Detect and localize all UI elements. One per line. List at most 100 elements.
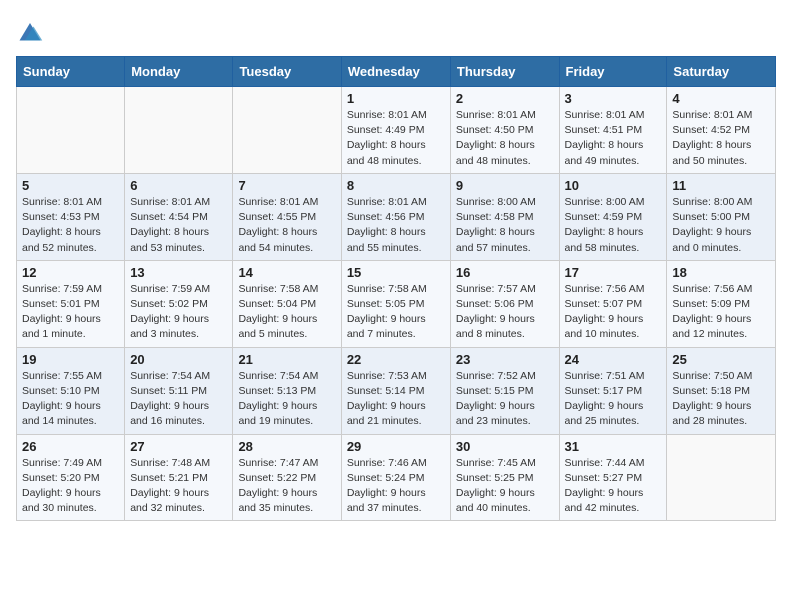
calendar-cell: 30 Sunrise: 7:45 AMSunset: 5:25 PMDayligh… [450,434,559,521]
day-info: Sunrise: 8:01 AMSunset: 4:51 PMDaylight:… [565,108,662,169]
day-number: 9 [456,178,554,193]
weekday-header-saturday: Saturday [667,57,776,87]
weekday-header-monday: Monday [125,57,233,87]
day-info: Sunrise: 7:44 AMSunset: 5:27 PMDaylight:… [565,456,662,517]
day-info: Sunrise: 7:59 AMSunset: 5:01 PMDaylight:… [22,282,119,343]
day-info: Sunrise: 7:45 AMSunset: 5:25 PMDaylight:… [456,456,554,517]
day-number: 21 [238,352,335,367]
calendar-week-4: 19Sunrise: 7:55 AMSunset: 5:10 PMDayligh… [17,347,776,434]
calendar-cell: 31 Sunrise: 7:44 AMSunset: 5:27 PMDayligh… [559,434,667,521]
day-info: Sunrise: 8:01 AMSunset: 4:49 PMDaylight:… [347,108,445,169]
day-number: 26 [22,439,119,454]
calendar-table: SundayMondayTuesdayWednesdayThursdayFrid… [16,56,776,521]
weekday-header-thursday: Thursday [450,57,559,87]
calendar-cell: 7Sunrise: 8:01 AMSunset: 4:55 PMDaylight… [233,173,341,260]
calendar-cell: 20 Sunrise: 7:54 AMSunset: 5:11 PMDayligh… [125,347,233,434]
calendar-cell: 26 Sunrise: 7:49 AMSunset: 5:20 PMDayligh… [17,434,125,521]
day-info: Sunrise: 7:53 AMSunset: 5:14 PMDaylight:… [347,369,445,430]
calendar-cell: 19Sunrise: 7:55 AMSunset: 5:10 PMDayligh… [17,347,125,434]
day-number: 7 [238,178,335,193]
calendar-cell [125,87,233,174]
calendar-week-3: 12Sunrise: 7:59 AMSunset: 5:01 PMDayligh… [17,260,776,347]
calendar-cell: 17 Sunrise: 7:56 AMSunset: 5:07 PMDayligh… [559,260,667,347]
day-number: 17 [565,265,662,280]
weekday-header-tuesday: Tuesday [233,57,341,87]
day-info: Sunrise: 7:57 AMSunset: 5:06 PMDaylight:… [456,282,554,343]
calendar-body: 1 Sunrise: 8:01 AMSunset: 4:49 PMDaylight… [17,87,776,521]
calendar-cell: 21 Sunrise: 7:54 AMSunset: 5:13 PMDayligh… [233,347,341,434]
day-number: 5 [22,178,119,193]
day-number: 13 [130,265,227,280]
day-info: Sunrise: 8:01 AMSunset: 4:54 PMDaylight:… [130,195,227,256]
day-info: Sunrise: 7:54 AMSunset: 5:11 PMDaylight:… [130,369,227,430]
day-info: Sunrise: 8:00 AMSunset: 5:00 PMDaylight:… [672,195,770,256]
calendar-cell [17,87,125,174]
day-number: 1 [347,91,445,106]
calendar-cell: 9 Sunrise: 8:00 AMSunset: 4:58 PMDaylight… [450,173,559,260]
calendar-cell: 14 Sunrise: 7:58 AMSunset: 5:04 PMDayligh… [233,260,341,347]
calendar-cell: 27 Sunrise: 7:48 AMSunset: 5:21 PMDayligh… [125,434,233,521]
calendar-cell: 5 Sunrise: 8:01 AMSunset: 4:53 PMDaylight… [17,173,125,260]
calendar-cell: 16 Sunrise: 7:57 AMSunset: 5:06 PMDayligh… [450,260,559,347]
calendar-cell: 15 Sunrise: 7:58 AMSunset: 5:05 PMDayligh… [341,260,450,347]
day-info: Sunrise: 8:01 AMSunset: 4:56 PMDaylight:… [347,195,445,256]
day-info: Sunrise: 7:56 AMSunset: 5:09 PMDaylight:… [672,282,770,343]
day-info: Sunrise: 7:56 AMSunset: 5:07 PMDaylight:… [565,282,662,343]
calendar-cell: 8 Sunrise: 8:01 AMSunset: 4:56 PMDaylight… [341,173,450,260]
page-header [16,16,776,44]
day-number: 24 [565,352,662,367]
day-info: Sunrise: 7:51 AMSunset: 5:17 PMDaylight:… [565,369,662,430]
calendar-cell: 28 Sunrise: 7:47 AMSunset: 5:22 PMDayligh… [233,434,341,521]
calendar-header: SundayMondayTuesdayWednesdayThursdayFrid… [17,57,776,87]
day-number: 15 [347,265,445,280]
day-number: 3 [565,91,662,106]
day-number: 10 [565,178,662,193]
day-info: Sunrise: 7:55 AMSunset: 5:10 PMDaylight:… [22,369,119,430]
day-number: 2 [456,91,554,106]
day-info: Sunrise: 7:49 AMSunset: 5:20 PMDaylight:… [22,456,119,517]
calendar-cell: 6 Sunrise: 8:01 AMSunset: 4:54 PMDaylight… [125,173,233,260]
day-info: Sunrise: 7:47 AMSunset: 5:22 PMDaylight:… [238,456,335,517]
day-info: Sunrise: 7:48 AMSunset: 5:21 PMDaylight:… [130,456,227,517]
day-info: Sunrise: 8:01 AMSunset: 4:50 PMDaylight:… [456,108,554,169]
day-info: Sunrise: 8:00 AMSunset: 4:59 PMDaylight:… [565,195,662,256]
day-number: 25 [672,352,770,367]
calendar-cell [667,434,776,521]
calendar-cell: 11 Sunrise: 8:00 AMSunset: 5:00 PMDayligh… [667,173,776,260]
day-info: Sunrise: 7:54 AMSunset: 5:13 PMDaylight:… [238,369,335,430]
calendar-cell: 12Sunrise: 7:59 AMSunset: 5:01 PMDayligh… [17,260,125,347]
day-number: 31 [565,439,662,454]
day-number: 16 [456,265,554,280]
calendar-cell: 2 Sunrise: 8:01 AMSunset: 4:50 PMDaylight… [450,87,559,174]
weekday-header-wednesday: Wednesday [341,57,450,87]
calendar-cell [233,87,341,174]
calendar-cell: 29Sunrise: 7:46 AMSunset: 5:24 PMDayligh… [341,434,450,521]
calendar-week-2: 5 Sunrise: 8:01 AMSunset: 4:53 PMDaylight… [17,173,776,260]
day-number: 6 [130,178,227,193]
day-number: 27 [130,439,227,454]
day-number: 28 [238,439,335,454]
calendar-cell: 25 Sunrise: 7:50 AMSunset: 5:18 PMDayligh… [667,347,776,434]
day-info: Sunrise: 8:01 AMSunset: 4:52 PMDaylight:… [672,108,770,169]
day-number: 18 [672,265,770,280]
day-info: Sunrise: 8:01 AMSunset: 4:53 PMDaylight:… [22,195,119,256]
weekday-header-friday: Friday [559,57,667,87]
day-number: 20 [130,352,227,367]
day-info: Sunrise: 7:58 AMSunset: 5:04 PMDaylight:… [238,282,335,343]
day-info: Sunrise: 8:00 AMSunset: 4:58 PMDaylight:… [456,195,554,256]
calendar-cell: 24 Sunrise: 7:51 AMSunset: 5:17 PMDayligh… [559,347,667,434]
day-number: 30 [456,439,554,454]
weekday-header-sunday: Sunday [17,57,125,87]
day-number: 8 [347,178,445,193]
calendar-cell: 23Sunrise: 7:52 AMSunset: 5:15 PMDayligh… [450,347,559,434]
day-number: 14 [238,265,335,280]
calendar-cell: 22Sunrise: 7:53 AMSunset: 5:14 PMDayligh… [341,347,450,434]
day-number: 11 [672,178,770,193]
calendar-cell: 10 Sunrise: 8:00 AMSunset: 4:59 PMDayligh… [559,173,667,260]
day-info: Sunrise: 7:58 AMSunset: 5:05 PMDaylight:… [347,282,445,343]
day-info: Sunrise: 7:50 AMSunset: 5:18 PMDaylight:… [672,369,770,430]
calendar-cell: 13Sunrise: 7:59 AMSunset: 5:02 PMDayligh… [125,260,233,347]
day-number: 23 [456,352,554,367]
day-info: Sunrise: 7:46 AMSunset: 5:24 PMDaylight:… [347,456,445,517]
calendar-week-5: 26 Sunrise: 7:49 AMSunset: 5:20 PMDayligh… [17,434,776,521]
